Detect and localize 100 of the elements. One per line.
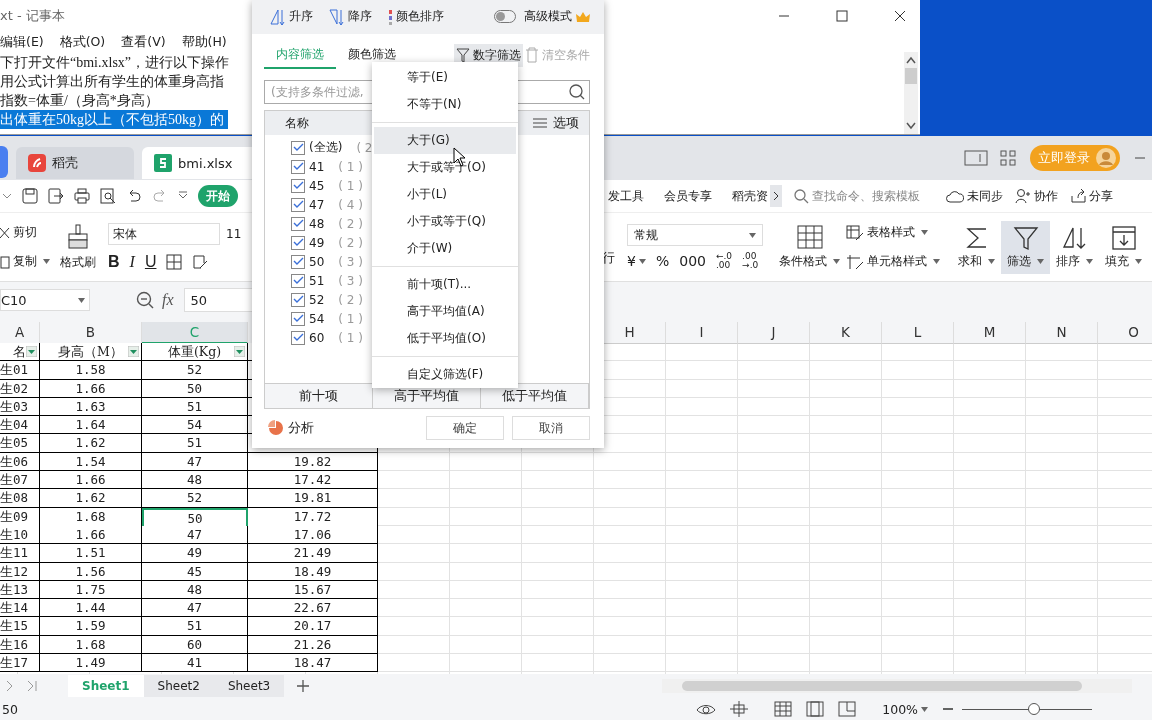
font-field[interactable]: 宋体 <box>108 223 220 245</box>
caret-icon[interactable] <box>749 232 756 238</box>
menu-item[interactable]: 介于(W) <box>374 235 516 262</box>
crosshair-icon[interactable] <box>730 701 749 717</box>
checkbox[interactable] <box>291 292 305 307</box>
caret-icon[interactable] <box>43 259 50 264</box>
menu-item[interactable]: 大于(G) <box>374 127 516 154</box>
caret-icon[interactable] <box>833 258 840 264</box>
font-size-field[interactable]: 11 <box>226 227 242 241</box>
print-icon[interactable] <box>74 188 90 204</box>
maximize-icon[interactable] <box>836 10 848 22</box>
menu-item[interactable]: 小于(L) <box>374 181 516 208</box>
caret-icon[interactable] <box>1135 258 1142 264</box>
caret-icon[interactable] <box>933 259 940 264</box>
home-tab[interactable] <box>0 146 8 178</box>
zoom-level[interactable]: 100% <box>882 701 928 717</box>
scrollbar[interactable] <box>904 52 918 134</box>
table-style-button[interactable]: 表格样式 <box>846 224 940 241</box>
ok-button[interactable]: 确定 <box>426 416 504 441</box>
number-format-field[interactable]: 常规 <box>627 224 763 246</box>
page-layout-icon[interactable] <box>806 701 825 717</box>
checkbox[interactable] <box>291 178 305 193</box>
checkbox[interactable] <box>291 216 305 231</box>
decrease-decimal-button[interactable]: .00 →.0 <box>742 252 759 270</box>
checkbox[interactable] <box>291 311 305 326</box>
add-sheet-icon[interactable] <box>296 679 311 693</box>
checkbox[interactable] <box>291 140 305 155</box>
checkbox[interactable] <box>291 235 305 250</box>
cell-style-button[interactable]: 单元格样式 <box>846 253 940 270</box>
ribbon-tool-button[interactable]: 填充 <box>1099 220 1148 274</box>
checkbox[interactable] <box>291 330 305 345</box>
checkbox[interactable] <box>291 159 305 174</box>
scrollbar-thumb[interactable] <box>905 68 917 84</box>
export-icon[interactable] <box>48 188 64 204</box>
eye-icon[interactable] <box>696 702 717 716</box>
function-button[interactable]: fx <box>162 291 174 309</box>
caret-icon[interactable] <box>988 258 995 264</box>
sort-button[interactable]: 颜色排序 <box>388 7 444 26</box>
ribbon-tool-button[interactable]: 筛选 <box>1001 220 1050 274</box>
menu-item[interactable]: 低于平均值(O) <box>374 325 516 352</box>
caret-icon[interactable] <box>638 258 646 264</box>
toolbar-link[interactable]: 协作 <box>1034 187 1058 205</box>
filter-dropdown-icon[interactable] <box>26 346 37 357</box>
menu-item[interactable]: 高于平均值(A) <box>374 298 516 325</box>
checkbox[interactable] <box>291 254 305 269</box>
normal-view-icon[interactable] <box>774 701 793 717</box>
filter-dropdown-icon[interactable] <box>234 346 245 357</box>
caret-icon[interactable] <box>1086 258 1093 264</box>
format-painter-button[interactable]: 格式刷 <box>60 223 96 271</box>
increase-decimal-button[interactable]: ←.0 .00 <box>715 252 733 270</box>
previous-sheet-icon[interactable] <box>4 680 14 692</box>
cut-button[interactable]: 剪切 <box>0 224 50 241</box>
formula-field[interactable]: 50 <box>183 288 254 312</box>
last-sheet-icon[interactable] <box>26 680 38 692</box>
checkbox[interactable] <box>291 197 305 212</box>
menu-item[interactable]: 前十项(T)... <box>374 271 516 298</box>
scroll-down-icon[interactable] <box>906 122 916 130</box>
menu-item[interactable]: 不等于(N) <box>374 91 516 118</box>
toolbar-link[interactable]: 未同步 <box>967 187 1003 205</box>
conditional-format-button[interactable]: 条件格式 <box>779 224 840 270</box>
menu-item[interactable]: 等于(E) <box>374 64 516 91</box>
menu-item[interactable]: 查看(V) <box>121 33 166 51</box>
menu-item[interactable]: 编辑(E) <box>0 33 44 51</box>
save-icon[interactable] <box>22 188 38 204</box>
percent-button[interactable]: % <box>655 253 670 269</box>
sort-button[interactable]: 升序 <box>270 7 313 26</box>
scroll-up-icon[interactable] <box>906 56 916 64</box>
zoom-slider-thumb[interactable] <box>1027 703 1040 715</box>
caret-icon[interactable] <box>921 706 928 712</box>
caret-icon[interactable] <box>921 230 928 235</box>
border-icon[interactable] <box>166 254 183 270</box>
menu-tab[interactable]: 发工具 <box>608 187 644 205</box>
analysis-button[interactable]: 分析 <box>268 419 314 437</box>
menu-tab[interactable]: 稻壳资 <box>732 187 768 205</box>
sheet-tab[interactable]: Sheet2 <box>143 675 214 697</box>
thousands-button[interactable]: 000 <box>679 253 706 269</box>
cancel-button[interactable]: 取消 <box>512 416 590 441</box>
close-icon[interactable] <box>894 10 906 22</box>
filter-dropdown-icon[interactable] <box>128 346 139 357</box>
menu-tab[interactable]: 会员专享 <box>664 187 712 205</box>
menu-item[interactable]: 小于或等于(Q) <box>374 208 516 235</box>
caret-icon[interactable] <box>78 297 85 303</box>
sort-button[interactable]: 降序 <box>329 7 372 26</box>
sheet-tab[interactable]: Sheet3 <box>213 675 285 697</box>
ribbon-tool-button[interactable]: 排序 <box>1050 220 1099 274</box>
file-tab[interactable]: 稻壳 <box>16 147 134 179</box>
toolbar-link[interactable]: 分享 <box>1089 187 1113 205</box>
cell-name-field[interactable]: C10 <box>0 289 90 311</box>
options-button[interactable]: 选项 <box>533 114 579 132</box>
ribbon-tool-button[interactable]: 求和 <box>952 220 1001 274</box>
zoom-icon[interactable] <box>136 291 154 309</box>
command-search-field[interactable]: 查找命令、搜索模板 <box>794 188 934 204</box>
caret-icon[interactable] <box>1037 258 1044 264</box>
preview-icon[interactable] <box>100 188 116 204</box>
currency-button[interactable]: ¥ <box>627 253 646 269</box>
checkbox[interactable] <box>291 273 305 288</box>
apps-icon[interactable] <box>1000 150 1016 166</box>
customize-icon[interactable] <box>178 191 188 201</box>
text-style-button[interactable]: U <box>144 253 157 271</box>
page-break-icon[interactable] <box>838 701 857 717</box>
